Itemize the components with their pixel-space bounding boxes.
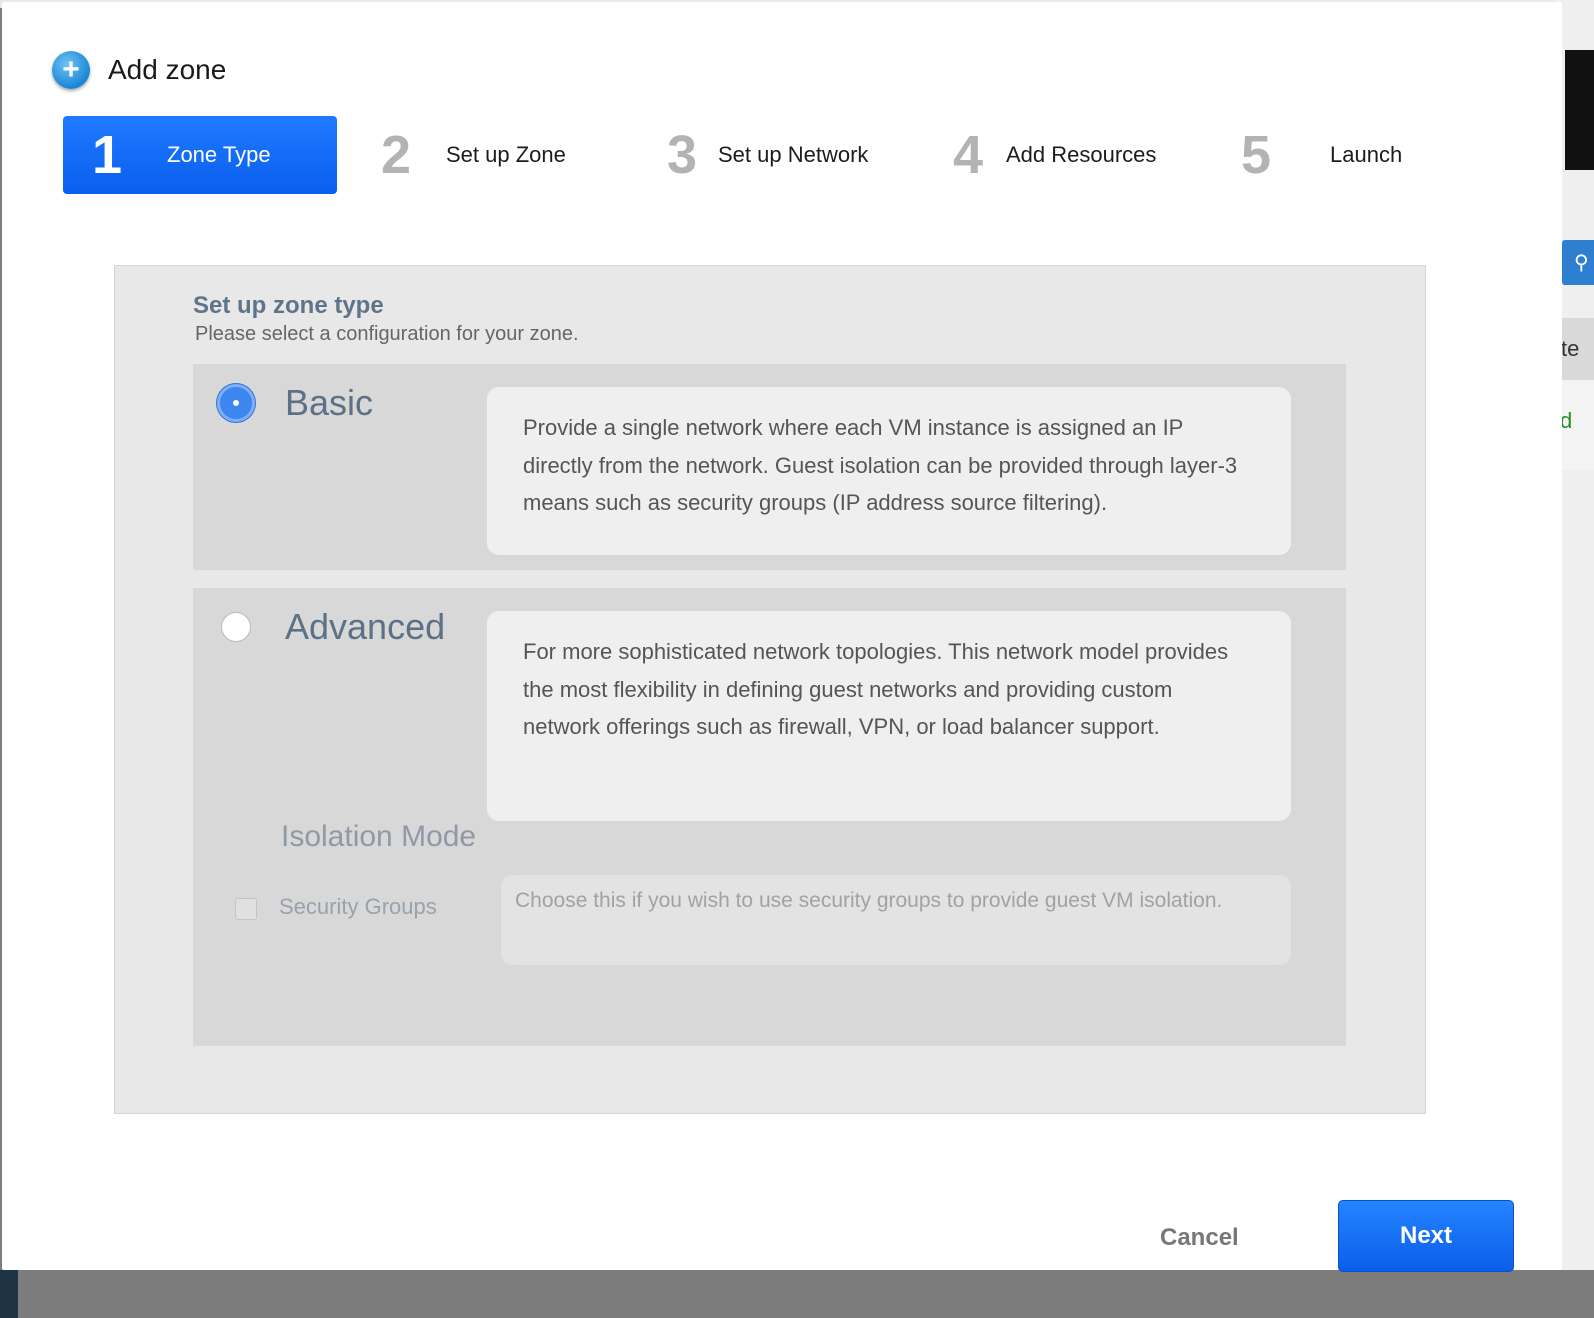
dialog-header: + Add zone [52,48,226,92]
option-advanced[interactable]: Advanced For more sophisticated network … [193,588,1346,1046]
step-label: Set up Zone [446,142,566,167]
step-zone-type[interactable]: 1 Zone Type [63,116,337,194]
next-button[interactable]: Next [1338,1200,1514,1272]
step-number: 1 [91,125,123,185]
step-set-up-network[interactable]: 3 Set up Network [652,116,868,194]
isolation-mode-label: Isolation Mode [281,820,477,853]
dialog-title: Add zone [108,54,227,85]
step-label: Add Resources [1006,142,1157,167]
step-number: 2 [380,125,412,185]
step-launch[interactable]: 5 Launch [1226,116,1402,194]
plus-circle-icon: + [52,51,90,89]
step-label: Zone Type [167,142,271,167]
search-icon: ⚲ [1574,252,1589,274]
step-label: Launch [1330,142,1403,167]
panel-title: Set up zone type [193,292,384,319]
cancel-button[interactable]: Cancel [1160,1224,1239,1252]
basic-radio[interactable] [217,384,255,422]
advanced-description: For more sophisticated network topologie… [487,611,1291,821]
basic-option-name: Basic [285,382,374,423]
security-groups-description: Choose this if you wish to use security … [501,875,1291,965]
step-label: Set up Network [718,142,869,167]
step-number: 3 [666,125,698,185]
background-corner [0,1270,18,1318]
step-set-up-zone[interactable]: 2 Set up Zone [366,116,566,194]
advanced-option-name: Advanced [285,606,446,647]
security-groups-checkbox[interactable] [235,898,257,920]
step-add-resources[interactable]: 4 Add Resources [938,116,1156,194]
background-dark-block [1565,50,1594,170]
basic-description: Provide a single network where each VM i… [487,387,1291,555]
panel-subtitle: Please select a configuration for your z… [195,323,579,345]
step-number: 4 [952,125,984,185]
step-number: 5 [1240,125,1272,185]
add-zone-dialog: + Add zone 1 Zone Type 2 Set up Zone 3 S… [2,2,1562,1270]
security-groups-label: Security Groups [279,894,437,919]
advanced-radio[interactable] [221,612,251,642]
zone-type-panel: Set up zone type Please select a configu… [114,265,1426,1114]
background-text-fragment: te [1561,336,1580,361]
option-basic[interactable]: Basic Provide a single network where eac… [193,364,1346,570]
background-search-button: ⚲ [1562,240,1594,285]
